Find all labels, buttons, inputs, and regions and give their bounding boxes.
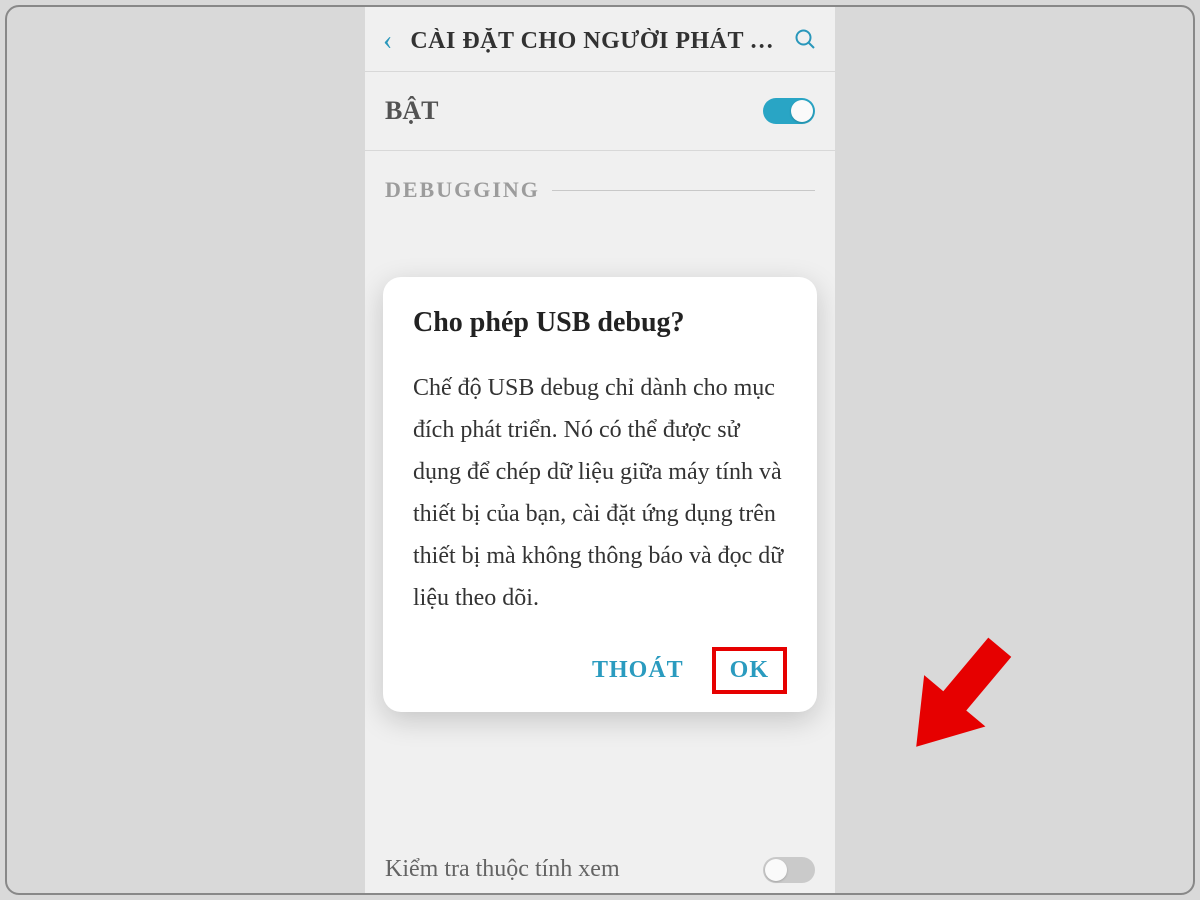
dialog-title: Cho phép USB debug? bbox=[413, 307, 787, 339]
ok-button[interactable]: OK bbox=[712, 647, 787, 694]
usb-debug-dialog: Cho phép USB debug? Chế độ USB debug chỉ… bbox=[383, 277, 817, 712]
annotation-arrow-icon bbox=[873, 612, 1043, 782]
dialog-body: Chế độ USB debug chỉ dành cho mục đích p… bbox=[413, 367, 787, 619]
dialog-actions: THOÁT OK bbox=[413, 647, 787, 694]
phone-screen: ‹ CÀI ĐẶT CHO NGƯỜI PHÁT TR… BẬT DEBUGGI… bbox=[365, 7, 835, 893]
cancel-button[interactable]: THOÁT bbox=[574, 647, 702, 694]
tutorial-frame: ‹ CÀI ĐẶT CHO NGƯỜI PHÁT TR… BẬT DEBUGGI… bbox=[5, 5, 1195, 895]
